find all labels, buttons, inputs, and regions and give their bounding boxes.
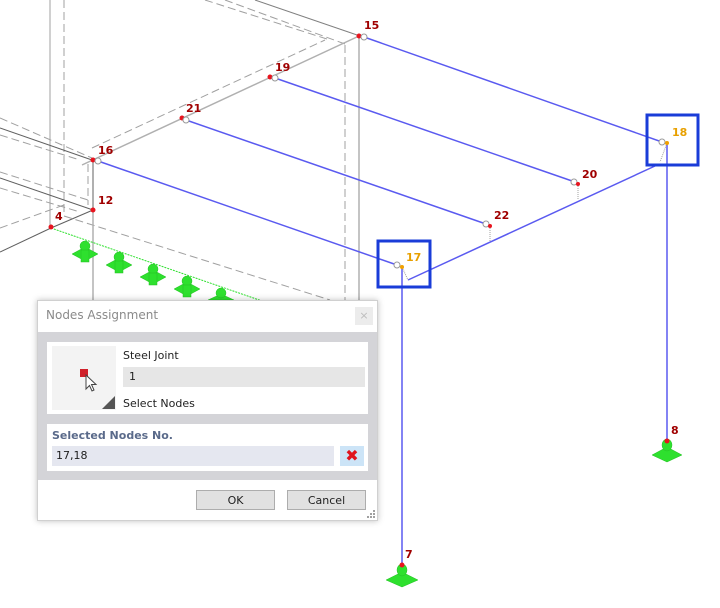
node-label-8: 8 (671, 424, 679, 437)
close-icon[interactable]: × (355, 307, 373, 325)
resize-grip-icon[interactable] (367, 510, 375, 518)
node-label-21: 21 (186, 102, 201, 115)
dropdown-corner-icon (102, 396, 115, 409)
support-icon (173, 275, 201, 298)
selected-nodes-panel: Selected Nodes No. 17,18 ✖ (47, 424, 368, 471)
eccentricity-links (401, 142, 668, 281)
member-17-18[interactable] (407, 165, 656, 281)
node-label-18: 18 (672, 126, 687, 139)
select-nodes-button[interactable] (52, 346, 116, 410)
member-16-17[interactable] (97, 160, 398, 266)
background-structure (0, 0, 361, 303)
node-label-4: 4 (55, 210, 63, 223)
object-type-label: Steel Joint (123, 349, 179, 362)
selected-nodes-input[interactable]: 17,18 (52, 446, 334, 466)
node-label-17: 17 (406, 251, 421, 264)
cancel-button[interactable]: Cancel (287, 490, 366, 510)
node-label-12: 12 (98, 194, 113, 207)
node-label-7: 7 (405, 548, 413, 561)
select-nodes-label: Select Nodes (123, 397, 195, 410)
object-number-field[interactable]: 1 (123, 367, 365, 387)
support-icon (71, 240, 99, 263)
node-label-20: 20 (582, 168, 598, 181)
ok-button[interactable]: OK (196, 490, 275, 510)
node-label-16: 16 (98, 144, 114, 157)
dialog-body: Steel Joint 1 Select Nodes Selected Node… (38, 332, 377, 480)
node-label-15: 15 (364, 19, 379, 32)
support-icon (139, 263, 167, 286)
object-panel: Steel Joint 1 Select Nodes (47, 342, 368, 414)
select-nodes-cursor-icon (85, 374, 98, 392)
nodes-assignment-dialog: Nodes Assignment × Steel Joint 1 Select … (37, 300, 378, 521)
node-label-22: 22 (494, 209, 509, 222)
node-label-19: 19 (275, 61, 290, 74)
member-15-18[interactable] (363, 36, 663, 143)
selection-box-node-17 (376, 239, 432, 289)
selected-nodes-title: Selected Nodes No. (52, 429, 173, 442)
dialog-title: Nodes Assignment (46, 308, 159, 322)
clear-x-icon[interactable]: ✖ (340, 446, 364, 466)
